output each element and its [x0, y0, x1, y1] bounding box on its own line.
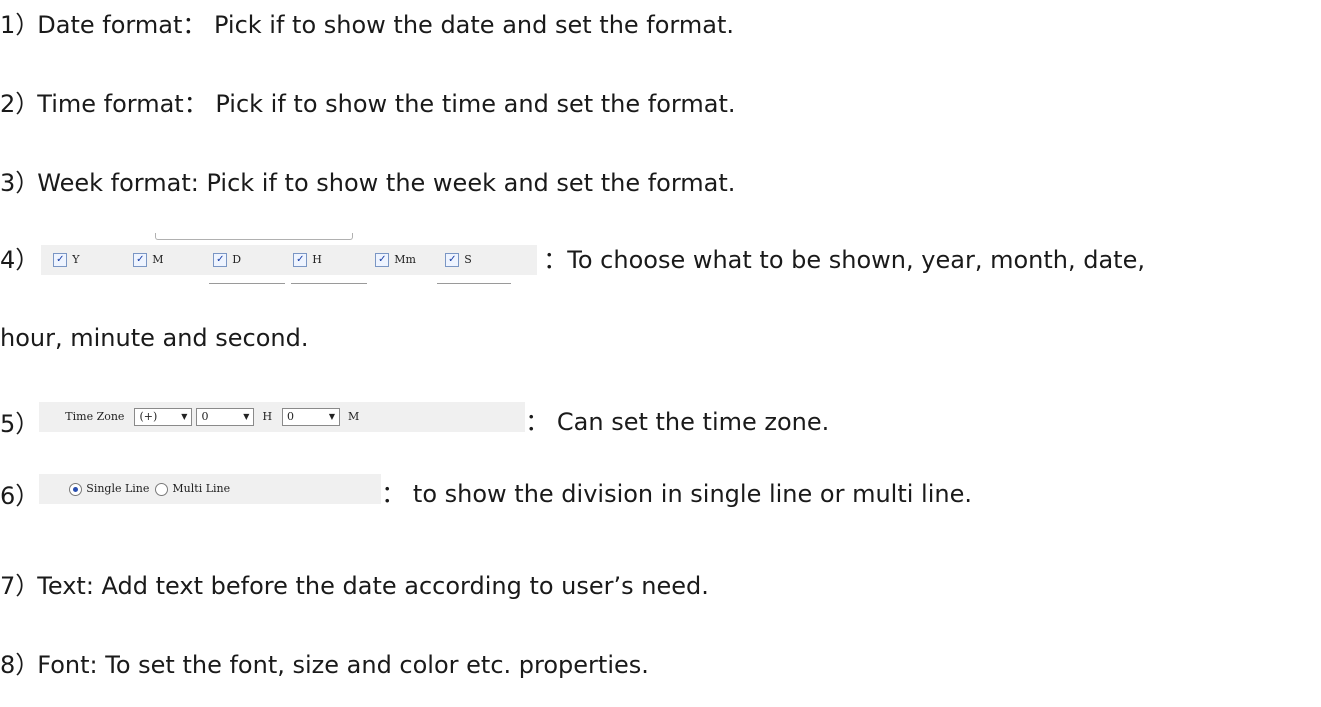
item-paren: ） [15, 90, 40, 118]
item-number: 8 [0, 651, 16, 679]
item-paren: ） [15, 651, 40, 679]
hours-unit-label: H [262, 410, 273, 423]
checkbox-day[interactable]: ✓ D [209, 244, 293, 284]
checkbox-minute[interactable]: ✓ Mm [375, 244, 445, 276]
item-number: 4 [0, 246, 16, 274]
checkbox-year[interactable]: ✓ Y [53, 244, 133, 276]
item-text: Text: Add text before the date according… [37, 572, 709, 600]
checkbox-label: Y [72, 253, 80, 266]
checkbox-hour[interactable]: ✓ H [291, 244, 375, 284]
chevron-down-icon: ▼ [243, 412, 250, 421]
item-paren: ） [15, 246, 40, 274]
panel-edge [155, 233, 354, 240]
checkbox-second[interactable]: ✓ S [437, 244, 512, 284]
select-value: 0 [287, 410, 295, 423]
checkbox-icon[interactable]: ✓ [445, 253, 460, 267]
item-text: ：To choose what to be shown, year, month… [543, 246, 1145, 274]
timezone-sign-select[interactable]: (+) ▼ [134, 408, 193, 426]
checkbox-label: S [464, 253, 472, 266]
item-text: Time format： Pick if to show the time an… [37, 90, 736, 118]
item-paren: ） [15, 11, 40, 39]
line-mode-strip: Single Line Multi Line [39, 474, 382, 504]
radio-label: Multi Line [172, 482, 231, 495]
item-number: 6 [0, 482, 16, 510]
timezone-strip: Time Zone (+) ▼ 0 ▼ H 0 ▼ M [39, 402, 526, 432]
item-paren: ） [15, 169, 40, 197]
checkbox-label: M [152, 253, 164, 266]
item-paren: ） [15, 410, 40, 438]
checkbox-icon[interactable]: ✓ [213, 253, 228, 267]
item-8: 8） Font: To set the font, size and color… [0, 649, 649, 681]
radio-label: Single Line [86, 482, 150, 495]
item-number: 2 [0, 90, 16, 118]
item-text: ： Can set the time zone. [525, 408, 830, 436]
item-number: 1 [0, 11, 16, 39]
checkbox-icon[interactable]: ✓ [53, 253, 68, 267]
timezone-label: Time Zone [65, 410, 125, 423]
item-5: 5） Time Zone (+) ▼ 0 ▼ H 0 ▼ M ： Can set th… [0, 394, 829, 440]
item-text: Font: To set the font, size and color et… [37, 651, 649, 679]
item-6: 6） Single Line Multi Line ： to show the … [0, 466, 972, 512]
item-2: 2） Time format： Pick if to show the time… [0, 88, 735, 120]
radio-multi-line[interactable] [155, 482, 169, 496]
item-paren: ） [15, 482, 40, 510]
checkbox-icon[interactable]: ✓ [133, 253, 148, 267]
radio-single-line[interactable] [69, 482, 83, 496]
checkbox-month[interactable]: ✓ M [133, 244, 213, 276]
select-value: (+) [139, 410, 158, 423]
item-7: 7） Text: Add text before the date accord… [0, 570, 709, 602]
item-number: 3 [0, 169, 16, 197]
minutes-unit-label: M [348, 410, 360, 423]
date-part-checkbox-strip: ✓ Y ✓ M ✓ D ✓ H ✓ Mm ✓ S [41, 233, 538, 284]
divider [437, 283, 512, 284]
item-text: Week format: Pick if to show the week an… [37, 169, 736, 197]
item-text: Date format： Pick if to show the date an… [37, 11, 735, 39]
item-3: 3） Week format: Pick if to show the week… [0, 167, 735, 199]
timezone-hours-select[interactable]: 0 ▼ [196, 408, 255, 426]
item-number: 5 [0, 410, 16, 438]
item-4-continued: hour, minute and second. [0, 322, 309, 354]
chevron-down-icon: ▼ [328, 412, 336, 421]
checkbox-label: D [232, 253, 242, 266]
item-text: ： to show the division in single line or… [381, 480, 972, 508]
item-text: hour, minute and second. [0, 324, 309, 352]
item-1: 1） Date format： Pick if to show the date… [0, 9, 734, 41]
divider [209, 283, 286, 284]
item-number: 7 [0, 572, 16, 600]
divider [291, 283, 368, 284]
chevron-down-icon: ▼ [181, 412, 188, 421]
item-paren: ） [15, 572, 40, 600]
checkbox-icon[interactable]: ✓ [375, 253, 390, 267]
radio-selected-dot [73, 486, 79, 492]
select-value: 0 [201, 410, 209, 423]
checkbox-label: Mm [394, 253, 416, 266]
checkbox-label: H [312, 253, 322, 266]
checkbox-icon[interactable]: ✓ [293, 253, 308, 267]
item-4: 4） ✓ Y ✓ M ✓ D ✓ H ✓ Mm ✓ S ：To choose what to… [0, 233, 1145, 284]
timezone-minutes-select[interactable]: 0 ▼ [282, 408, 341, 426]
